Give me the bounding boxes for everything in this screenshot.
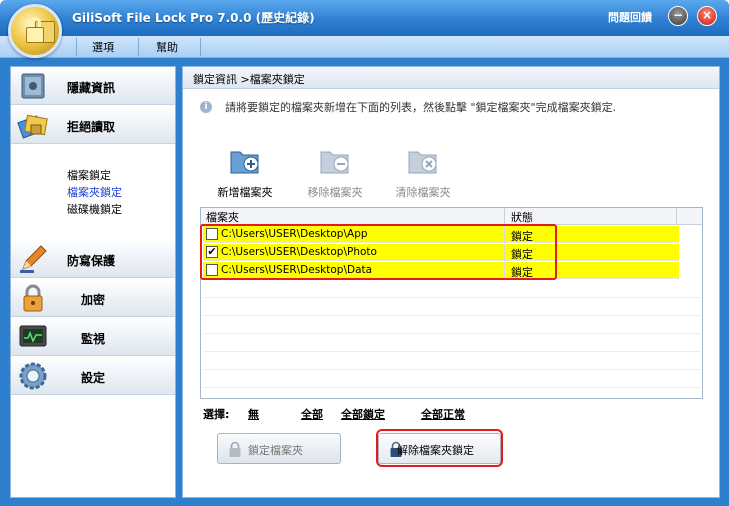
- info-icon: i: [200, 101, 212, 113]
- padlock-icon: [229, 441, 241, 457]
- minimize-button[interactable]: −: [668, 6, 688, 26]
- empty-row-line: [203, 351, 700, 352]
- gear-icon: [19, 362, 47, 390]
- menu-bar: 選項 幫助: [0, 36, 729, 58]
- sidebar-item-hide[interactable]: 隱藏資訊: [11, 67, 175, 105]
- menu-options[interactable]: 選項: [92, 39, 114, 55]
- title-bar[interactable]: GiliSoft File Lock Pro 7.0.0 (歷史紀錄) 問題回饋…: [0, 0, 729, 36]
- select-all-link[interactable]: 全部: [301, 406, 323, 422]
- sidebar-item-settings[interactable]: 設定: [11, 357, 175, 395]
- sidebar-item-monitor[interactable]: 監視: [11, 318, 175, 356]
- sidebar-item-encrypt[interactable]: 加密: [11, 279, 175, 317]
- pencil-icon: [20, 245, 47, 273]
- menu-separator: [138, 38, 139, 56]
- sidebar-item-deny-access[interactable]: 拒絕讀取: [11, 106, 175, 144]
- instruction-text: 請將要鎖定的檔案夾新增在下面的列表，然後點擊 "鎖定檔案夾"完成檔案夾鎖定.: [225, 101, 617, 114]
- safe-icon: [21, 73, 45, 99]
- folder-add-icon: [230, 151, 259, 174]
- sidebar-item-label: 防寫保護: [67, 254, 116, 268]
- empty-row-line: [203, 315, 700, 316]
- folder-clear-icon: [408, 151, 437, 174]
- sidebar-item-write-protect[interactable]: 防寫保護: [11, 240, 175, 278]
- lock-folder-label: 鎖定檔案夾: [248, 444, 303, 457]
- lock-folder-button[interactable]: 鎖定檔案夾: [217, 433, 341, 464]
- unlock-highlight-annotation: [376, 429, 503, 467]
- app-logo-icon: [8, 4, 62, 58]
- close-icon: ×: [701, 8, 713, 22]
- column-header-status[interactable]: 狀態: [511, 209, 533, 225]
- monitor-icon: [19, 325, 47, 347]
- clear-folder-label: 清除檔案夾: [395, 186, 451, 199]
- select-all-locked-link[interactable]: 全部鎖定: [341, 406, 385, 422]
- empty-row-line: [203, 333, 700, 334]
- folders-lock-icon: [17, 114, 48, 139]
- sidebar: 隱藏資訊 拒絕讀取 檔案鎖定 檔案夾鎖定 磁碟機鎖定 防寫保護 加密 監視 設定: [10, 66, 176, 498]
- menu-help[interactable]: 幫助: [156, 39, 178, 55]
- submenu-drive-lock[interactable]: 磁碟機鎖定: [67, 201, 122, 217]
- sidebar-item-label: 加密: [81, 293, 106, 307]
- sidebar-item-label: 監視: [81, 332, 106, 346]
- select-all-normal-link[interactable]: 全部正常: [421, 406, 465, 422]
- rows-highlight-annotation: [200, 224, 557, 280]
- sidebar-item-label: 拒絕讀取: [67, 120, 116, 134]
- add-folder-label: 新增檔案夾: [217, 186, 273, 199]
- select-none-link[interactable]: 無: [248, 406, 259, 422]
- main-panel: 鎖定資訊 >檔案夾鎖定 i 請將要鎖定的檔案夾新增在下面的列表，然後點擊 "鎖定…: [182, 66, 720, 498]
- column-header-folder[interactable]: 檔案夾: [206, 209, 239, 225]
- close-button[interactable]: ×: [697, 6, 717, 26]
- remove-folder-label: 移除檔案夾: [307, 186, 363, 199]
- clear-folder-button[interactable]: 清除檔案夾: [378, 147, 468, 199]
- remove-folder-button[interactable]: 移除檔案夾: [290, 147, 380, 199]
- submenu-file-lock[interactable]: 檔案鎖定: [67, 167, 111, 183]
- sidebar-item-label: 隱藏資訊: [67, 81, 116, 95]
- breadcrumb-bar: 鎖定資訊 >檔案夾鎖定: [183, 67, 719, 89]
- app-window: GiliSoft File Lock Pro 7.0.0 (歷史紀錄) 問題回饋…: [0, 0, 729, 506]
- empty-row-line: [203, 387, 700, 388]
- empty-row-line: [203, 297, 700, 298]
- empty-row-line: [203, 369, 700, 370]
- sidebar-item-label: 設定: [81, 371, 106, 385]
- add-folder-button[interactable]: 新增檔案夾: [200, 147, 290, 199]
- select-label: 選擇:: [203, 408, 230, 421]
- breadcrumb: 鎖定資訊 >檔案夾鎖定: [193, 73, 305, 86]
- menu-separator: [200, 38, 201, 56]
- submenu: 檔案鎖定 檔案夾鎖定 磁碟機鎖定: [11, 145, 175, 239]
- menu-separator: [76, 38, 77, 56]
- submenu-folder-lock[interactable]: 檔案夾鎖定: [67, 184, 122, 200]
- minimize-icon: −: [672, 8, 684, 22]
- padlock-icon: [23, 284, 43, 312]
- feedback-link[interactable]: 問題回饋: [608, 9, 652, 25]
- table-header: 檔案夾 狀態: [201, 208, 702, 225]
- window-title: GiliSoft File Lock Pro 7.0.0 (歷史紀錄): [72, 11, 315, 25]
- folder-remove-icon: [320, 151, 349, 174]
